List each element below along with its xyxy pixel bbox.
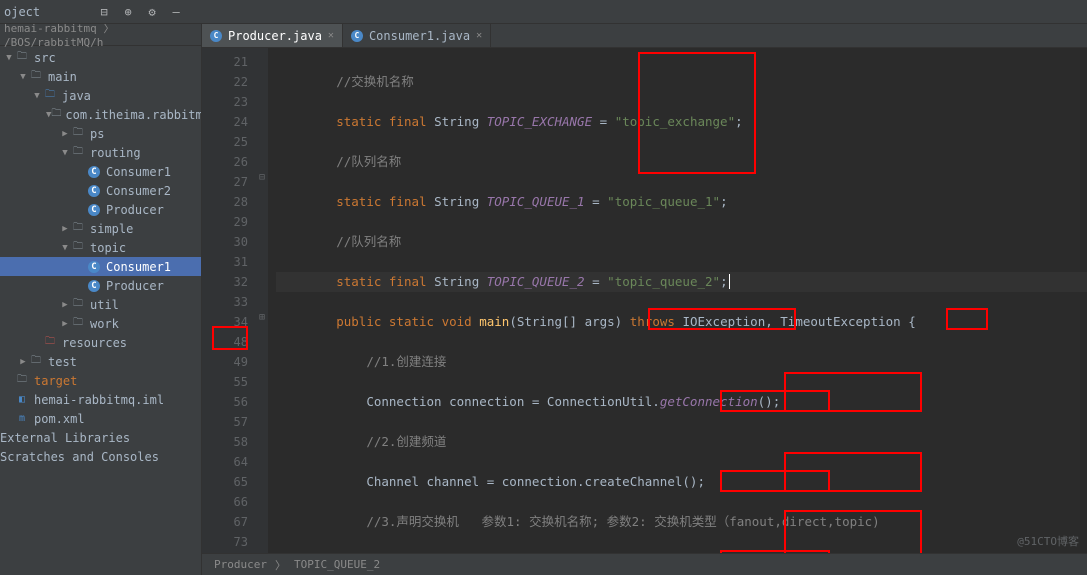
breadcrumb-producer[interactable]: Producer — [214, 558, 267, 571]
tree-routing[interactable]: ▼🗀routing — [0, 143, 201, 162]
tree-test[interactable]: ▶🗀test — [0, 352, 201, 371]
project-label: oject — [4, 5, 40, 19]
code-content[interactable]: //交换机名称 static final String TOPIC_EXCHAN… — [268, 48, 1087, 553]
close-icon[interactable]: ✕ — [328, 30, 334, 41]
folder-icon: 🗀 — [14, 51, 30, 65]
iml-icon: ◧ — [14, 393, 30, 407]
fold-icon[interactable]: ⊞ — [256, 312, 268, 332]
tree-routing-consumer2[interactable]: Consumer2 — [0, 181, 201, 200]
gear-icon[interactable]: ⚙ — [144, 4, 160, 20]
package-icon: 🗀 — [70, 146, 86, 160]
editor-tabs: CProducer.java✕ CConsumer1.java✕ — [202, 24, 1087, 48]
close-icon[interactable]: ✕ — [476, 30, 482, 41]
chevron-right-icon: 〉 — [275, 557, 286, 573]
folder-icon: 🗀 — [28, 355, 44, 369]
tree-topic-consumer1[interactable]: Consumer1 — [0, 257, 201, 276]
editor-breadcrumb: Producer 〉 TOPIC_QUEUE_2 — [202, 553, 1087, 575]
resources-icon: 🗀 — [42, 336, 58, 350]
tree-routing-consumer1[interactable]: Consumer1 — [0, 162, 201, 181]
tree-routing-producer[interactable]: Producer — [0, 200, 201, 219]
project-tree[interactable]: ▼🗀src ▼🗀main ▼🗀java ▼🗀com.itheima.rabbit… — [0, 46, 201, 575]
class-icon — [86, 203, 102, 217]
top-toolbar: oject ⊟ ⊕ ⚙ — — [0, 0, 1087, 24]
fold-column[interactable]: ⊟ ⊞ — [256, 48, 268, 553]
class-icon — [86, 260, 102, 274]
breadcrumb-topic-queue-2[interactable]: TOPIC_QUEUE_2 — [294, 558, 380, 571]
package-icon: 🗀 — [70, 317, 86, 331]
tree-pom[interactable]: mpom.xml — [0, 409, 201, 428]
package-icon: 🗀 — [51, 108, 61, 122]
tree-ps[interactable]: ▶🗀ps — [0, 124, 201, 143]
class-icon: C — [351, 30, 363, 42]
fold-icon[interactable]: ⊟ — [256, 172, 268, 192]
class-icon — [86, 184, 102, 198]
folder-icon: 🗀 — [14, 374, 30, 388]
tree-resources[interactable]: 🗀resources — [0, 333, 201, 352]
package-icon: 🗀 — [70, 222, 86, 236]
tab-producer[interactable]: CProducer.java✕ — [202, 24, 343, 47]
tree-topic-producer[interactable]: Producer — [0, 276, 201, 295]
tree-iml[interactable]: ◧hemai-rabbitmq.iml — [0, 390, 201, 409]
tree-ext-lib[interactable]: External Libraries — [0, 428, 201, 447]
watermark: @51CTO博客 — [1017, 533, 1079, 549]
line-gutter: 21 22 23 24 25 26 27 28 29 30 31 32 33 3… — [202, 48, 256, 553]
collapse-icon[interactable]: ⊟ — [96, 4, 112, 20]
class-icon — [86, 279, 102, 293]
tree-java[interactable]: ▼🗀java — [0, 86, 201, 105]
tree-scratches[interactable]: Scratches and Consoles — [0, 447, 201, 466]
class-icon — [86, 165, 102, 179]
sidebar-breadcrumb: hemai-rabbitmq 〉 /BOS/rabbitMQ/h — [0, 24, 201, 46]
code-editor[interactable]: 21 22 23 24 25 26 27 28 29 30 31 32 33 3… — [202, 48, 1087, 553]
target-icon[interactable]: ⊕ — [120, 4, 136, 20]
class-icon: C — [210, 30, 222, 42]
tree-util[interactable]: ▶🗀util — [0, 295, 201, 314]
hide-icon[interactable]: — — [168, 4, 184, 20]
folder-icon: 🗀 — [42, 89, 58, 103]
tab-consumer1[interactable]: CConsumer1.java✕ — [343, 24, 491, 47]
maven-icon: m — [14, 412, 30, 426]
package-icon: 🗀 — [70, 298, 86, 312]
folder-icon: 🗀 — [28, 70, 44, 84]
tree-pkg[interactable]: ▼🗀com.itheima.rabbitmq — [0, 105, 201, 124]
package-icon: 🗀 — [70, 127, 86, 141]
package-icon: 🗀 — [70, 241, 86, 255]
tree-work[interactable]: ▶🗀work — [0, 314, 201, 333]
tree-target[interactable]: 🗀target — [0, 371, 201, 390]
tree-main[interactable]: ▼🗀main — [0, 67, 201, 86]
tree-topic[interactable]: ▼🗀topic — [0, 238, 201, 257]
tree-src[interactable]: ▼🗀src — [0, 48, 201, 67]
tree-simple[interactable]: ▶🗀simple — [0, 219, 201, 238]
project-sidebar: hemai-rabbitmq 〉 /BOS/rabbitMQ/h ▼🗀src ▼… — [0, 24, 202, 575]
